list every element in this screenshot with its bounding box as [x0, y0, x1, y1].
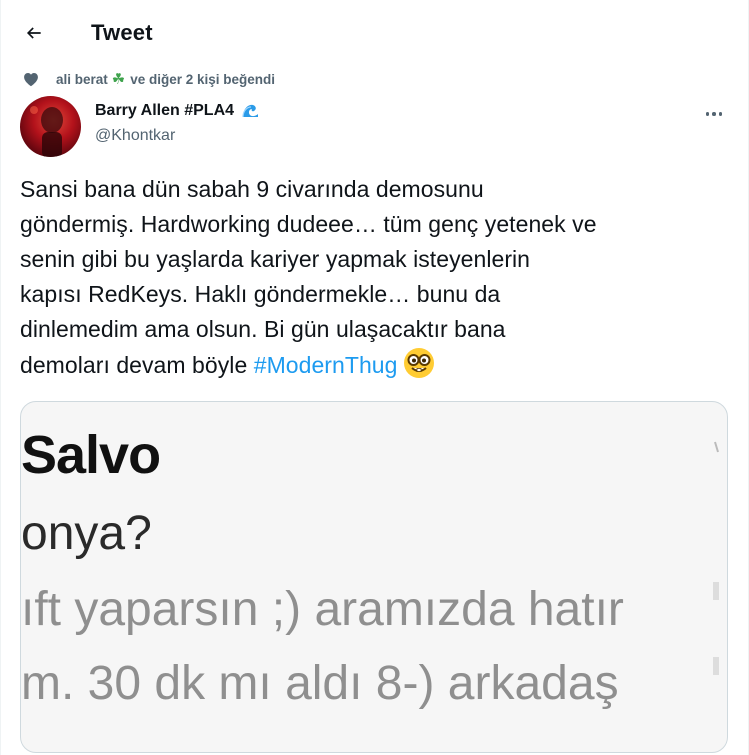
author-display-name[interactable]: Barry Allen #PLA4 — [95, 101, 260, 121]
media-text-line: ıft yaparsın ;) aramızda hatır — [21, 583, 624, 636]
author-handle[interactable]: @Khontkar — [95, 127, 175, 145]
hashtag-link[interactable]: #ModernThug — [254, 352, 398, 378]
media-edge-artifact — [713, 432, 721, 732]
heart-icon — [22, 70, 40, 88]
media-text-line: m. 30 dk mı aldı 8-) arkadaş — [21, 657, 619, 710]
back-arrow-icon — [26, 27, 41, 39]
page-header: Tweet — [1, 0, 749, 68]
tweet-line-text: demoları devam böyle — [20, 352, 254, 378]
tweet-line: kapısı RedKeys. Haklı göndermekle… bunu … — [20, 281, 501, 307]
tweet-line: göndermiş. Hardworking dudeee… tüm genç … — [20, 211, 597, 237]
more-options-button[interactable] — [702, 102, 726, 126]
tweet-line: Sansi bana dün sabah 9 civarında demosun… — [20, 176, 484, 202]
avatar[interactable] — [20, 96, 81, 157]
media-text-line: Salvo — [21, 425, 161, 485]
page-title: Tweet — [91, 20, 153, 45]
clover-icon: ☘ — [111, 71, 126, 88]
media-text-line: onya? — [21, 507, 152, 560]
liker-name[interactable]: ali berat — [56, 72, 108, 87]
more-icon — [705, 112, 710, 116]
tweet-author: Barry Allen #PLA4 @Khontkar — [20, 96, 730, 158]
tweet-media-image[interactable]: Salvo onya? ıft yaparsın ;) aramızda hat… — [20, 401, 728, 753]
tweet-line: senin gibi bu yaşlarda kariyer yapmak is… — [20, 246, 531, 272]
liker-suffix: ve diğer 2 kişi beğendi — [130, 71, 276, 87]
author-name-text[interactable]: Barry Allen #PLA4 — [95, 102, 234, 120]
tweet-page: Tweet ali berat ☘ ve diğer 2 kişi beğend… — [0, 0, 749, 755]
nerd-face-icon — [403, 347, 435, 389]
social-context[interactable]: ali berat ☘ ve diğer 2 kişi beğendi — [22, 68, 275, 90]
back-button[interactable] — [15, 14, 53, 52]
wave-icon — [240, 101, 260, 121]
tweet-line: dinlemedim ama olsun. Bi gün ulaşacaktır… — [20, 316, 506, 342]
tweet-last-line: demoları devam böyle #ModernThug — [20, 347, 740, 389]
tweet-text: Sansi bana dün sabah 9 civarında demosun… — [20, 172, 740, 389]
